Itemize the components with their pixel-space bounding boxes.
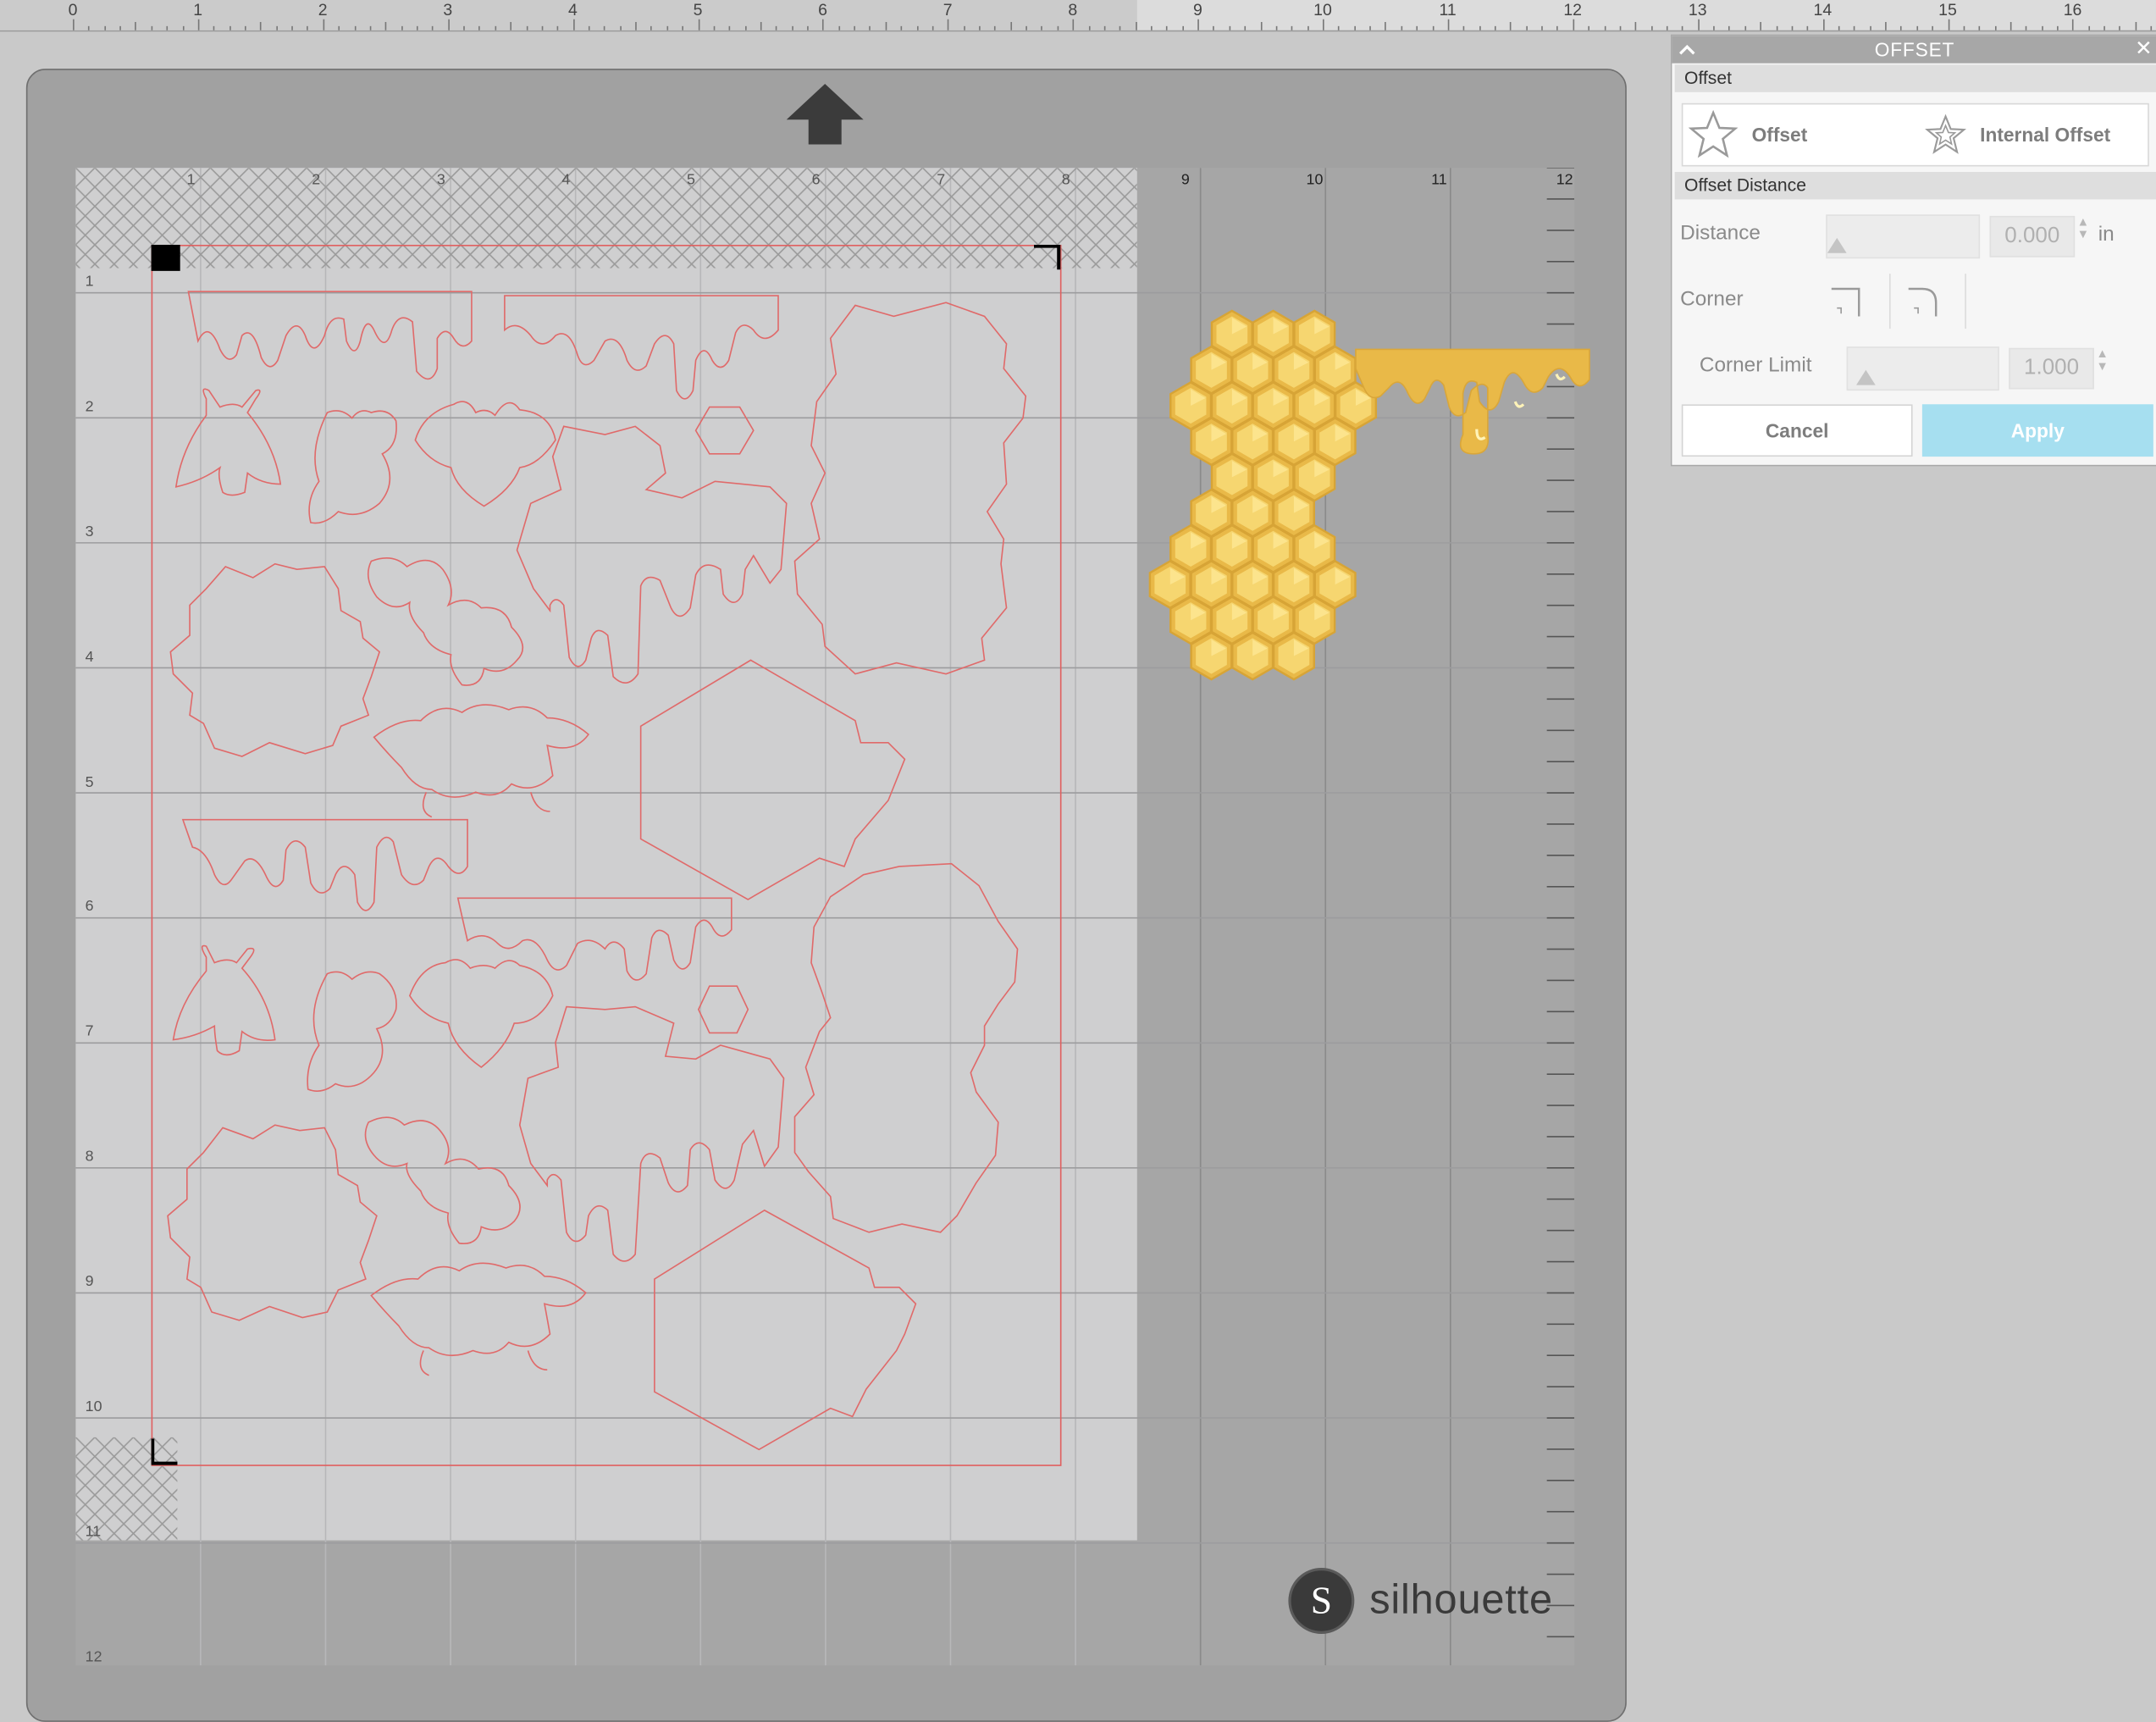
section-distance-header: Offset Distance [1674,171,2156,200]
corner-label: Corner [1680,287,1744,311]
star-outline-icon [1688,109,1739,158]
distance-input[interactable]: 0.000 [1989,215,2076,257]
distance-label: Distance [1680,221,1761,246]
distance-slider-thumb[interactable] [1827,237,1847,253]
internal-offset-mode-label: Internal Offset [1980,124,2111,147]
corner-divider-2 [1965,274,1966,329]
silhouette-logo-icon: S [1288,1568,1355,1634]
corner-limit-stepper[interactable]: ▲ ▼ [2094,347,2110,373]
sharp-corner-icon[interactable] [1829,283,1865,318]
offset-mode-button[interactable]: Offset [1688,104,1808,164]
star-internal-icon [1925,114,1966,154]
offset-mode-label: Offset [1751,124,1808,147]
distance-unit: in [2098,223,2115,246]
corner-limit-slider-thumb[interactable] [1855,369,1876,385]
distance-stepper[interactable]: ▲ ▼ [2075,215,2091,241]
corner-divider [1888,274,1891,329]
panel-title: OFFSET [1672,36,2156,64]
offset-mode-selector: Offset Internal Offset [1681,102,2149,167]
distance-slider[interactable] [1826,214,1981,259]
round-corner-icon[interactable] [1905,283,1941,318]
chevron-up-icon[interactable] [1678,36,1700,63]
section-offset-header: Offset [1674,64,2156,92]
corner-limit-slider[interactable] [1846,346,1999,391]
corner-limit-label: Corner Limit [1699,353,1812,377]
silhouette-brand: S silhouette [1287,1565,1553,1636]
silhouette-studio-workspace: 0 1 2 3 4 5 6 7 8 9 10 11 12 13 14 15 16 1 2 3 4 5 6 7 8 9 10 11 12… [0,0,2156,1722]
apply-button[interactable]: Apply [1921,404,2153,457]
offset-panel: OFFSET ✕ Offset Offset Internal Offset O… [1670,34,2156,467]
corner-limit-input[interactable]: 1.000 [2009,347,2094,390]
close-icon[interactable]: ✕ [2132,36,2154,63]
svg-text:S: S [1311,1579,1332,1622]
internal-offset-mode-button[interactable]: Internal Offset [1925,104,2110,164]
cancel-button[interactable]: Cancel [1681,404,1913,457]
brand-wordmark: silhouette [1369,1577,1553,1623]
